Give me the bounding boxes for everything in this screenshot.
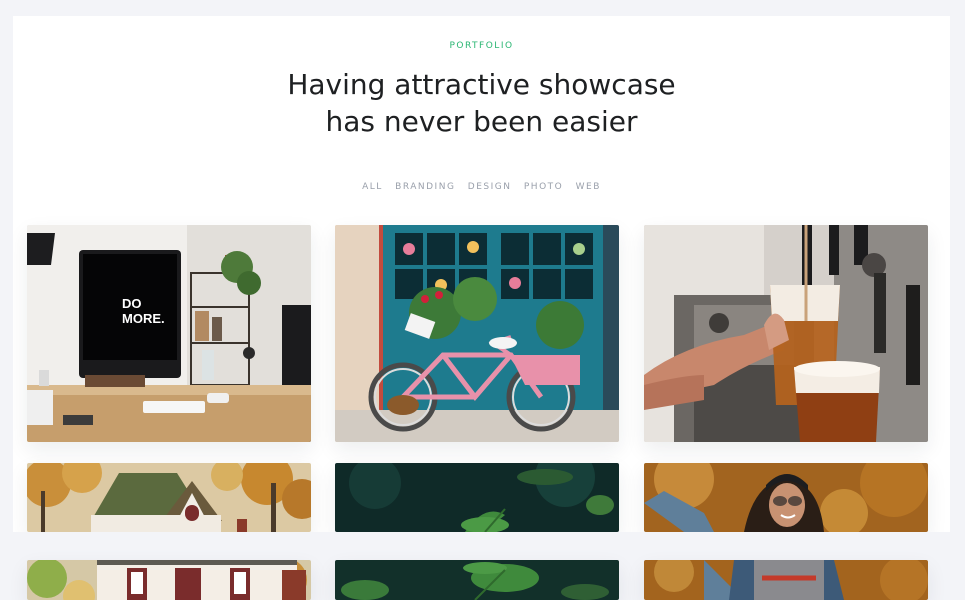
portfolio-item-house[interactable]	[27, 463, 311, 532]
portfolio-item-desk[interactable]: DO MORE.	[27, 225, 311, 442]
title-line-2: has never been easier	[325, 105, 638, 138]
portfolio-section: PORTFOLIO Having attractive showcase has…	[13, 16, 950, 532]
portfolio-item-house-lower[interactable]	[27, 560, 311, 600]
imac-desk-photo: DO MORE.	[27, 225, 311, 442]
portfolio-item-woman-lower[interactable]	[644, 560, 928, 600]
portfolio-item-leaves-lower[interactable]	[335, 560, 619, 600]
section-eyebrow: PORTFOLIO	[449, 41, 514, 51]
filter-all[interactable]: ALL	[362, 182, 383, 192]
filter-web[interactable]: WEB	[576, 182, 601, 192]
portfolio-filters: ALL BRANDING DESIGN PHOTO WEB	[13, 182, 950, 192]
section-title: Having attractive showcase has never bee…	[13, 66, 950, 140]
pink-bicycle-photo	[335, 225, 619, 442]
screen-text-line-1: DO	[122, 296, 142, 311]
title-line-1: Having attractive showcase	[287, 68, 676, 101]
filter-photo[interactable]: PHOTO	[524, 182, 563, 192]
smiling-woman-photo	[644, 463, 928, 532]
autumn-house-photo	[27, 560, 311, 600]
filter-design[interactable]: DESIGN	[468, 182, 512, 192]
filter-branding[interactable]: BRANDING	[395, 182, 455, 192]
beer-glasses-photo	[644, 225, 928, 442]
smiling-woman-photo	[644, 560, 928, 600]
screen-text-line-2: MORE.	[122, 311, 165, 326]
green-leaves-photo	[335, 560, 619, 600]
portfolio-item-woman[interactable]	[644, 463, 928, 532]
portfolio-item-beer[interactable]	[644, 225, 928, 442]
portfolio-item-bicycle[interactable]	[335, 225, 619, 442]
green-leaves-photo	[335, 463, 619, 532]
autumn-house-photo	[27, 463, 311, 532]
portfolio-item-leaves[interactable]	[335, 463, 619, 532]
